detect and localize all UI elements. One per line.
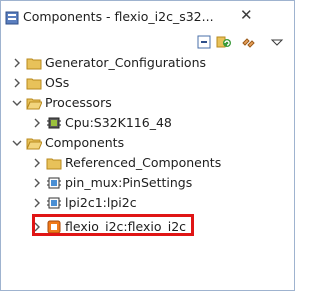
component-icon (47, 197, 61, 209)
folder-open-icon (26, 138, 42, 150)
chevron-right-icon[interactable] (31, 156, 43, 170)
folder-icon (26, 58, 42, 70)
view-tab[interactable]: Components - flexio_i2c_s32... ✕ (1, 1, 294, 33)
view-toolbar (1, 34, 294, 51)
chevron-down-icon[interactable] (11, 96, 23, 110)
cpu-icon (47, 117, 61, 129)
tree-item-label: OSs (45, 75, 70, 90)
tree-item-label: lpi2c1:lpi2c (65, 195, 137, 210)
tree-item-label: Referenced_Components (65, 155, 222, 170)
components-view: Components - flexio_i2c_s32... ✕ Generat… (0, 0, 295, 291)
refresh-icon[interactable] (216, 34, 232, 50)
tree-item-label: Components (45, 135, 125, 150)
components-view-icon (5, 11, 19, 25)
collapse-all-icon[interactable] (196, 34, 212, 50)
folder-icon (46, 158, 62, 170)
view-menu-icon[interactable] (269, 34, 285, 50)
folder-icon (26, 78, 42, 90)
close-icon[interactable]: ✕ (240, 7, 253, 24)
chevron-right-icon[interactable] (11, 76, 23, 90)
tree-item-label: Generator_Configurations (45, 55, 207, 70)
tree-item-label: pin_mux:PinSettings (65, 175, 193, 190)
folder-open-icon (26, 98, 42, 110)
chevron-right-icon[interactable] (31, 176, 43, 190)
view-title: Components - flexio_i2c_s32... (23, 9, 214, 24)
chevron-right-icon[interactable] (31, 116, 43, 130)
link-icon[interactable] (240, 34, 256, 50)
chevron-right-icon[interactable] (31, 196, 43, 210)
chevron-right-icon[interactable] (11, 56, 23, 70)
selection-highlight-box (32, 214, 194, 236)
tree-item-label: Processors (45, 95, 112, 110)
chevron-down-icon[interactable] (11, 136, 23, 150)
component-icon (47, 177, 61, 189)
tree-item-label: Cpu:S32K116_48 (65, 115, 172, 130)
